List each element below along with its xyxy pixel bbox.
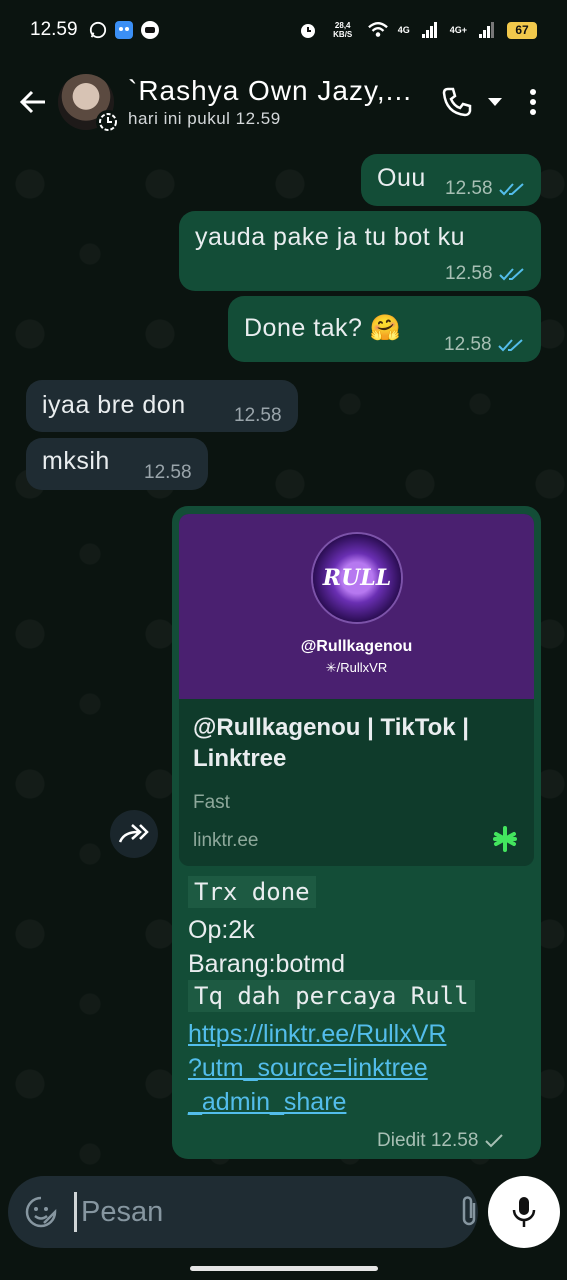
preview-image-handle: @Rullkagenou: [300, 638, 413, 655]
avatar[interactable]: [58, 74, 120, 134]
sent-tick-icon: [485, 1134, 504, 1148]
message-meta: 12.58: [445, 178, 525, 200]
chat-title: `Rashya Own Jazy,...: [128, 75, 413, 106]
signal-2-icon: [477, 20, 497, 40]
rull-logo: RULL: [313, 534, 401, 622]
more-vert-icon: [530, 89, 536, 115]
message-line-trx: Trx done: [188, 876, 316, 908]
link-preview-card[interactable]: RULL @Rullkagenou ✳/RullxVR @Rullkagenou…: [179, 514, 534, 866]
message-text: Done tak? 🤗: [244, 314, 402, 342]
message-time: 12.58: [445, 178, 493, 199]
attach-icon: [462, 1196, 476, 1226]
message-composer: [8, 1176, 521, 1248]
message-meta: 12.58: [234, 405, 282, 427]
message-outgoing[interactable]: yauda pake ja tu bot ku 12.58: [179, 211, 541, 291]
chat-header: `Rashya Own Jazy,... hari ini pukul 12.5…: [0, 60, 567, 144]
signal-1-label: 4G: [397, 25, 410, 35]
back-arrow-icon: [19, 90, 45, 114]
chat-area[interactable]: Ouu 12.58 yauda pake ja tu bot ku 12.58 …: [0, 144, 567, 1170]
phone-icon: [442, 87, 472, 117]
link-preview-domain: linktr.ee: [193, 830, 259, 851]
preview-image-sub: ✳/RullxVR: [325, 660, 388, 675]
forward-button[interactable]: [110, 810, 158, 858]
message-link-line-2[interactable]: ?utm_source=linktree: [188, 1054, 428, 1083]
message-outgoing[interactable]: Ouu 12.58: [361, 154, 541, 206]
status-bar: 12.59 28,4 KB/S 4G 4G+ 67: [0, 0, 567, 60]
message-line-barang: Barang:botmd: [188, 950, 346, 978]
mic-icon: [512, 1197, 536, 1227]
read-receipt-icon: [498, 183, 524, 196]
home-indicator[interactable]: [190, 1266, 378, 1271]
sticker-button[interactable]: [24, 1192, 58, 1232]
message-meta: Diedit 12.58: [377, 1130, 504, 1152]
alarm-icon: [298, 20, 318, 40]
message-time: 12.58: [234, 405, 282, 426]
message-text: Ouu: [377, 164, 426, 192]
message-text: mksih: [42, 447, 110, 475]
message-time: 12.58: [144, 462, 192, 483]
message-meta: 12.58: [444, 334, 524, 356]
message-link-line-3[interactable]: _admin_share: [188, 1088, 346, 1117]
call-options-button[interactable]: [483, 80, 507, 124]
message-time: 12.58: [444, 334, 492, 355]
message-meta: 12.58: [445, 263, 525, 285]
message-input[interactable]: [74, 1192, 458, 1232]
signal-2-label: 4G+: [449, 25, 467, 35]
back-button[interactable]: [8, 77, 58, 127]
message-text: yauda pake ja tu bot ku: [195, 223, 466, 251]
whatsapp-notif-icon: [88, 20, 108, 40]
read-receipt-icon: [498, 268, 524, 281]
call-button[interactable]: [437, 80, 477, 124]
linktree-icon: [493, 826, 517, 852]
signal-1-icon: [420, 20, 440, 40]
status-ring-icon: [96, 110, 120, 134]
link-preview-description: Fast: [193, 792, 230, 813]
message-time: 12.58: [445, 263, 493, 284]
link-preview-title: @Rullkagenou | TikTok | Linktree: [193, 714, 469, 772]
net-speed: 28,4 KB/S: [333, 21, 353, 39]
chat-title-block[interactable]: `Rashya Own Jazy,... hari ini pukul 12.5…: [128, 75, 428, 129]
attach-button[interactable]: [458, 1190, 480, 1234]
message-meta: 12.58: [144, 462, 192, 484]
sticker-icon: [25, 1196, 57, 1228]
last-seen: hari ini pukul 12.59: [128, 109, 281, 128]
message-text: iyaa bre don: [42, 391, 186, 419]
message-line-thanks: Tq dah percaya Rull: [188, 980, 475, 1012]
message-edited-time: Diedit 12.58: [377, 1130, 479, 1151]
message-outgoing-link[interactable]: RULL @Rullkagenou ✳/RullxVR @Rullkagenou…: [172, 506, 541, 1159]
chevron-down-icon: [488, 98, 502, 106]
voice-record-button[interactable]: [488, 1176, 560, 1248]
message-incoming[interactable]: mksih 12.58: [26, 438, 208, 490]
message-link-line-1[interactable]: https://linktr.ee/RullxVR: [188, 1020, 446, 1049]
system-nav-bar: [0, 1252, 567, 1280]
app-notif-icon: [114, 20, 134, 40]
message-incoming[interactable]: iyaa bre don 12.58: [26, 380, 298, 432]
more-options-button[interactable]: [513, 80, 553, 124]
read-receipt-icon: [497, 339, 523, 352]
message-line-op: Op:2k: [188, 916, 255, 944]
battery-indicator: 67: [507, 21, 537, 39]
chat-notif-icon: [140, 20, 160, 40]
status-time: 12.59: [30, 19, 78, 40]
forward-icon: [118, 824, 149, 843]
wifi-icon: [367, 20, 388, 40]
message-outgoing[interactable]: Done tak? 🤗 12.58: [228, 296, 541, 362]
link-preview-image: RULL @Rullkagenou ✳/RullxVR: [179, 514, 534, 699]
